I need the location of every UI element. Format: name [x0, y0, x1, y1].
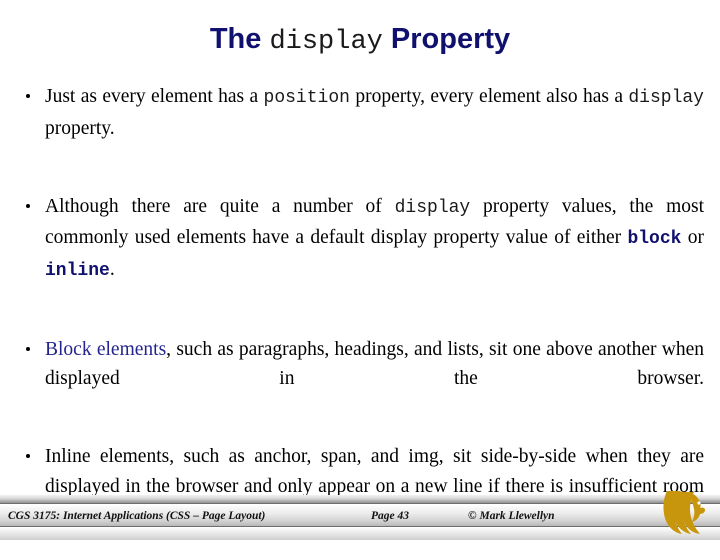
bullet-text: Although there are quite a number of dis…	[45, 192, 704, 316]
slide-footer: CGS 3175: Internet Applications (CSS – P…	[0, 495, 720, 540]
footer-top-rule	[0, 495, 720, 504]
text-run-normal: Just as every element has a	[45, 86, 264, 107]
text-run-mono-bold: block	[627, 229, 682, 249]
bullet-marker-icon	[26, 94, 30, 98]
text-run-normal: .	[109, 258, 115, 280]
text-run-normal: Although there are quite a number of	[45, 195, 395, 217]
bullet-item: Block elements, such as paragraphs, head…	[16, 335, 704, 424]
text-run-mono: display	[394, 197, 471, 218]
ucf-pegasus-logo-icon	[659, 487, 709, 537]
bullet-marker-icon	[26, 346, 30, 351]
footer-bottom-rule	[0, 528, 720, 540]
footer-copyright: © Mark Llewellyn	[468, 510, 555, 522]
page-title: The display Property	[0, 22, 720, 59]
text-run-navy: Block elements	[45, 338, 167, 360]
bullet-item: Just as every element has a position pro…	[16, 82, 704, 173]
slide-body: Just as every element has a position pro…	[16, 82, 704, 560]
text-run-normal: property, every element also has a	[349, 86, 629, 107]
bullet-text: Just as every element has a position pro…	[45, 82, 704, 173]
text-run-normal: property.	[45, 117, 115, 139]
text-run-mono-bold: inline	[45, 260, 110, 281]
footer-course-label: CGS 3175: Internet Applications (CSS – P…	[8, 510, 266, 522]
page-title-code: display	[269, 27, 383, 57]
text-run-mono: position	[263, 88, 350, 108]
bullet-text: Block elements, such as paragraphs, head…	[45, 335, 704, 424]
bullet-marker-icon	[26, 454, 30, 458]
page-title-part2: Property	[382, 23, 511, 55]
bullet-item: Although there are quite a number of dis…	[16, 192, 704, 316]
page-title-part1: The	[209, 23, 270, 55]
footer-page-number: Page 43	[371, 510, 410, 522]
text-run-mono: display	[628, 88, 704, 108]
text-run-normal: or	[681, 227, 704, 248]
bullet-marker-icon	[26, 203, 30, 208]
